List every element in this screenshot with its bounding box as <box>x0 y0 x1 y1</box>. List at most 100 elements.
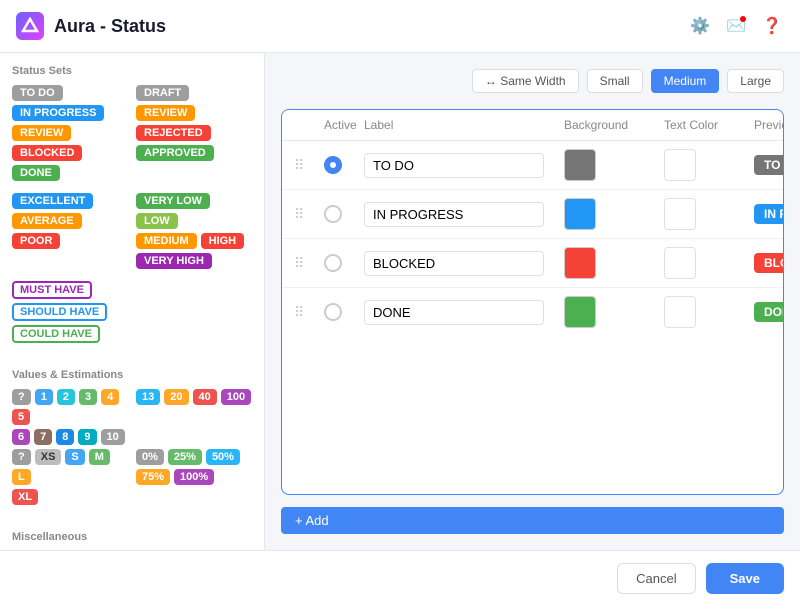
text-color-picker-4[interactable] <box>664 296 696 328</box>
tag-excellent[interactable]: EXCELLENT <box>12 193 93 209</box>
tag-pct-50[interactable]: 50% <box>206 449 240 465</box>
tag-num-4[interactable]: 4 <box>101 389 119 405</box>
tag-pct-0[interactable]: 0% <box>136 449 164 465</box>
large-button[interactable]: Large <box>727 69 784 93</box>
tag-num-8[interactable]: 8 <box>56 429 74 445</box>
text-color-picker-2[interactable] <box>664 198 696 230</box>
tag-xl[interactable]: XL <box>12 489 38 505</box>
tag-row-rejected: REJECTED <box>136 125 252 141</box>
bg-color-picker-1[interactable] <box>564 149 596 181</box>
app-logo <box>16 12 44 40</box>
tag-num-20[interactable]: 20 <box>164 389 188 405</box>
tag-verylow[interactable]: VERY LOW <box>136 193 210 209</box>
active-radio-2[interactable] <box>324 205 342 223</box>
tag-shouldhave[interactable]: SHOULD HAVE <box>12 303 107 321</box>
tag-num-3[interactable]: 3 <box>79 389 97 405</box>
preview-cell-1: TO DO <box>754 155 784 175</box>
bg-color-picker-2[interactable] <box>564 198 596 230</box>
tag-num-7[interactable]: 7 <box>34 429 52 445</box>
tag-rejected[interactable]: REJECTED <box>136 125 211 141</box>
sidebar-status-groups: TO DO IN PROGRESS REVIEW BLOCKED DONE <box>12 85 252 185</box>
tag-row-done: DONE <box>12 165 128 181</box>
tag-num-40[interactable]: 40 <box>193 389 217 405</box>
tag-xs[interactable]: XS <box>35 449 62 465</box>
medium-button[interactable]: Medium <box>651 69 720 93</box>
tag-draft[interactable]: DRAFT <box>136 85 189 101</box>
notifications-icon[interactable]: ✉️ <box>724 14 748 38</box>
tag-num-6[interactable]: 6 <box>12 429 30 445</box>
tag-approved[interactable]: APPROVED <box>136 145 214 161</box>
app-title: Aura - Status <box>54 16 166 37</box>
tag-pct-25[interactable]: 25% <box>168 449 202 465</box>
tag-inprogress[interactable]: IN PROGRESS <box>12 105 104 121</box>
tag-review[interactable]: REVIEW <box>12 125 71 141</box>
same-width-button[interactable]: ↔ Same Width <box>472 69 579 93</box>
bg-color-picker-4[interactable] <box>564 296 596 328</box>
tag-medium-q[interactable]: MEDIUM <box>136 233 197 249</box>
add-button[interactable]: + Add <box>281 507 784 534</box>
tag-size-q[interactable]: ? <box>12 449 31 465</box>
save-button[interactable]: Save <box>706 563 784 594</box>
label-input-4[interactable] <box>364 300 544 325</box>
tag-low[interactable]: LOW <box>136 213 178 229</box>
label-input-3[interactable] <box>364 251 544 276</box>
text-color-picker-1[interactable] <box>664 149 696 181</box>
label-input-1[interactable] <box>364 153 544 178</box>
tag-blocked[interactable]: BLOCKED <box>12 145 82 161</box>
tag-num-1[interactable]: 1 <box>35 389 53 405</box>
bg-color-picker-3[interactable] <box>564 247 596 279</box>
table-header: Active Label Background Text Color Previ… <box>282 110 783 141</box>
tag-num-10[interactable]: 10 <box>101 429 125 445</box>
tag-num-9[interactable]: 9 <box>78 429 96 445</box>
tag-num-13[interactable]: 13 <box>136 389 160 405</box>
help-icon[interactable]: ❓ <box>760 14 784 38</box>
small-button[interactable]: Small <box>587 69 643 93</box>
col-drag <box>294 118 324 132</box>
drag-handle-2[interactable]: ⠿ <box>294 206 324 223</box>
tag-veryhigh[interactable]: VERY HIGH <box>136 253 212 269</box>
sidebar-quality-groups: EXCELLENT AVERAGE POOR VERY LOW LOW MEDI… <box>12 193 252 273</box>
tag-review-2[interactable]: REVIEW <box>136 105 195 121</box>
label-input-2[interactable] <box>364 202 544 227</box>
status-table: Active Label Background Text Color Previ… <box>281 109 784 495</box>
drag-handle-4[interactable]: ⠿ <box>294 304 324 321</box>
table-row: ⠿ IN PROGRESS 🗑 <box>282 190 783 239</box>
tag-couldhave[interactable]: COULD HAVE <box>12 325 100 343</box>
text-color-picker-3[interactable] <box>664 247 696 279</box>
tag-row-large-nums: 13 20 40 100 <box>136 389 252 405</box>
tag-num-2[interactable]: 2 <box>57 389 75 405</box>
col-preview: Preview <box>754 118 784 132</box>
preview-badge-1: TO DO <box>754 155 784 175</box>
tag-high[interactable]: HIGH <box>201 233 245 249</box>
tag-row-musthave: MUST HAVE <box>12 281 252 299</box>
tag-s[interactable]: S <box>65 449 84 465</box>
tag-num-5[interactable]: 5 <box>12 409 30 425</box>
active-radio-1[interactable] <box>324 156 342 174</box>
tag-q-mark[interactable]: ? <box>12 389 31 405</box>
active-radio-3[interactable] <box>324 254 342 272</box>
status-sets-title: Status Sets <box>12 65 252 77</box>
text-color-cell-3 <box>664 247 754 279</box>
tag-num-100[interactable]: 100 <box>221 389 251 405</box>
tag-row-sizes: ? XS S M L <box>12 449 128 485</box>
tag-done[interactable]: DONE <box>12 165 60 181</box>
tag-todo[interactable]: TO DO <box>12 85 63 101</box>
sidebar-right-col: DRAFT REVIEW REJECTED APPROVED <box>136 85 252 185</box>
active-radio-4[interactable] <box>324 303 342 321</box>
tag-pct-100[interactable]: 100% <box>174 469 214 485</box>
sidebar-left-col: TO DO IN PROGRESS REVIEW BLOCKED DONE <box>12 85 128 185</box>
tag-m[interactable]: M <box>89 449 110 465</box>
drag-handle-1[interactable]: ⠿ <box>294 157 324 174</box>
tag-musthave[interactable]: MUST HAVE <box>12 281 92 299</box>
cancel-button[interactable]: Cancel <box>617 563 695 594</box>
tag-l[interactable]: L <box>12 469 31 485</box>
tag-average[interactable]: AVERAGE <box>12 213 82 229</box>
preview-badge-2: IN PROGRESS <box>754 204 784 224</box>
tag-row-inprogress: IN PROGRESS <box>12 105 128 121</box>
settings-icon[interactable]: ⚙️ <box>688 14 712 38</box>
drag-handle-3[interactable]: ⠿ <box>294 255 324 272</box>
tag-poor[interactable]: POOR <box>12 233 60 249</box>
sidebar-nums-right: 13 20 40 100 <box>136 389 252 449</box>
tag-pct-75[interactable]: 75% <box>136 469 170 485</box>
right-panel: ↔ Same Width Small Medium Large Active L… <box>265 53 800 550</box>
